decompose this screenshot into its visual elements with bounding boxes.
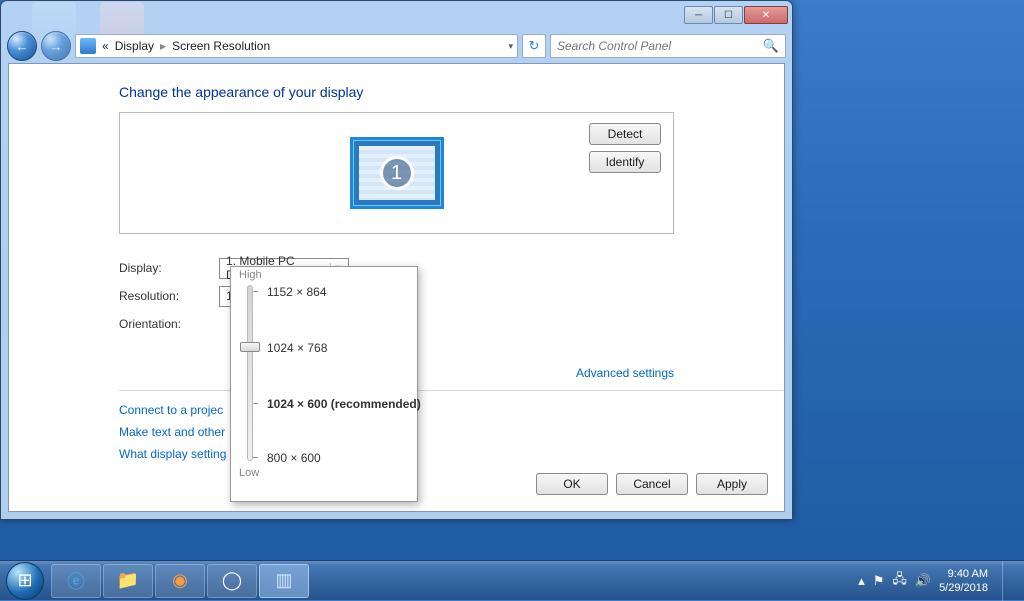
control-panel-window: ─ ☐ ✕ ← → « Display ▸ Screen Resolution … bbox=[0, 0, 793, 520]
clock-date: 5/29/2018 bbox=[939, 581, 988, 595]
taskbar-chrome[interactable]: ◯ bbox=[207, 564, 257, 598]
clock-time: 9:40 AM bbox=[939, 567, 988, 581]
forward-button[interactable]: → bbox=[41, 31, 71, 61]
slider-tick bbox=[253, 403, 258, 404]
monitor-icon bbox=[80, 38, 96, 54]
separator bbox=[119, 390, 784, 391]
resolution-option[interactable]: 1024 × 768 bbox=[267, 341, 327, 355]
projector-link[interactable]: Connect to a projec bbox=[119, 403, 223, 417]
taskbar-controlpanel[interactable]: ▥ bbox=[259, 564, 309, 598]
chrome-icon: ◯ bbox=[222, 570, 242, 591]
search-input[interactable] bbox=[557, 39, 763, 53]
resolution-slider-thumb[interactable] bbox=[240, 342, 260, 352]
ie-icon: ⓔ bbox=[67, 568, 85, 594]
tray-hidden-icons[interactable]: ▴ bbox=[858, 573, 865, 589]
slider-tick bbox=[253, 457, 258, 458]
taskbar-explorer[interactable]: 📁 bbox=[103, 564, 153, 598]
orientation-label: Orientation: bbox=[119, 317, 219, 331]
search-icon[interactable]: 🔍 bbox=[763, 38, 779, 54]
cancel-button[interactable]: Cancel bbox=[616, 473, 688, 495]
start-button[interactable] bbox=[6, 562, 44, 600]
minimize-button[interactable]: ─ bbox=[684, 6, 713, 24]
flag-icon[interactable]: ⚑ bbox=[873, 573, 885, 589]
back-button[interactable]: ← bbox=[7, 31, 37, 61]
advanced-settings-link[interactable]: Advanced settings bbox=[576, 366, 674, 380]
what-settings-link[interactable]: What display setting bbox=[119, 447, 226, 461]
breadcrumb-item[interactable]: Screen Resolution bbox=[172, 39, 270, 53]
chevron-right-icon: ▸ bbox=[160, 39, 166, 53]
titlebar: ─ ☐ ✕ bbox=[1, 1, 792, 29]
detect-button[interactable]: Detect bbox=[589, 123, 661, 145]
monitor-number: 1 bbox=[380, 156, 414, 190]
monitor-thumbnail[interactable]: 1 bbox=[350, 137, 444, 209]
taskbar-ie[interactable]: ⓔ bbox=[51, 564, 101, 598]
search-box[interactable]: 🔍 bbox=[550, 34, 786, 58]
resolution-option-recommended[interactable]: 1024 × 600 (recommended) bbox=[267, 397, 421, 411]
address-bar[interactable]: « Display ▸ Screen Resolution ▾ bbox=[75, 34, 518, 58]
resolution-slider-track[interactable] bbox=[247, 285, 253, 461]
ok-button[interactable]: OK bbox=[536, 473, 608, 495]
breadcrumb-prefix: « bbox=[102, 39, 109, 53]
page-heading: Change the appearance of your display bbox=[119, 84, 674, 100]
resolution-option[interactable]: 800 × 600 bbox=[267, 451, 321, 465]
apply-button[interactable]: Apply bbox=[696, 473, 768, 495]
slider-tick bbox=[253, 291, 258, 292]
slider-high-label: High bbox=[239, 269, 262, 281]
taskbar: ⓔ 📁 ◉ ◯ ▥ ▴ ⚑ 🖧 🔊 9:40 AM 5/29/2018 bbox=[0, 560, 1024, 600]
media-icon: ◉ bbox=[172, 570, 188, 591]
identify-button[interactable]: Identify bbox=[589, 151, 661, 173]
system-tray: ▴ ⚑ 🖧 🔊 9:40 AM 5/29/2018 bbox=[858, 561, 1018, 601]
slider-low-label: Low bbox=[239, 467, 259, 479]
resolution-label: Resolution: bbox=[119, 289, 219, 303]
control-panel-icon: ▥ bbox=[275, 570, 292, 591]
folder-icon: 📁 bbox=[117, 570, 139, 591]
display-preview-pane: 1 Detect Identify bbox=[119, 112, 674, 234]
resolution-option[interactable]: 1152 × 864 bbox=[267, 285, 327, 299]
text-size-link[interactable]: Make text and other bbox=[119, 425, 225, 439]
display-label: Display: bbox=[119, 261, 219, 275]
resolution-slider-popup: High 1152 × 864 1024 × 768 1024 × 600 (r… bbox=[230, 266, 418, 502]
navbar: ← → « Display ▸ Screen Resolution ▾ ↻ 🔍 bbox=[1, 29, 792, 63]
breadcrumb-item[interactable]: Display bbox=[115, 39, 154, 53]
taskbar-wmp[interactable]: ◉ bbox=[155, 564, 205, 598]
volume-icon[interactable]: 🔊 bbox=[915, 573, 931, 589]
chevron-down-icon[interactable]: ▾ bbox=[508, 41, 513, 52]
network-icon[interactable]: 🖧 bbox=[892, 570, 907, 592]
refresh-button[interactable]: ↻ bbox=[522, 34, 546, 58]
show-desktop-button[interactable] bbox=[1002, 561, 1014, 601]
close-button[interactable]: ✕ bbox=[744, 6, 788, 24]
clock[interactable]: 9:40 AM 5/29/2018 bbox=[939, 567, 988, 595]
maximize-button[interactable]: ☐ bbox=[714, 6, 743, 24]
footer-buttons: OK Cancel Apply bbox=[536, 473, 768, 495]
